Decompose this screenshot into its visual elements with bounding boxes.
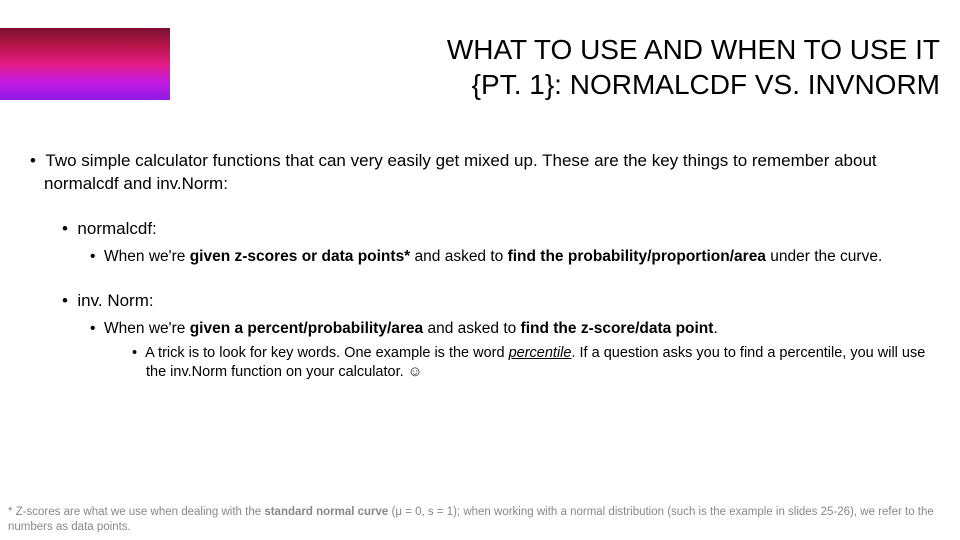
invnorm-detail: • When we're given a percent/probability… [90,319,930,340]
footnote: * Z-scores are what we use when dealing … [8,505,952,534]
invnorm-label: inv. Norm: [77,291,153,310]
title-line-1: WHAT TO USE AND WHEN TO USE IT [447,34,940,65]
invnorm-tip: • A trick is to look for key words. One … [132,344,930,383]
intro-text: Two simple calculator functions that can… [44,151,877,193]
normalcdf-label: normalcdf: [77,219,156,238]
invnorm-head: • inv. Norm: [62,290,930,313]
slide-title: WHAT TO USE AND WHEN TO USE IT {PT. 1}: … [290,32,940,102]
accent-gradient [0,28,170,100]
slide-body: • Two simple calculator functions that c… [30,150,930,405]
title-line-2: {PT. 1}: NORMALCDF VS. INVNORM [472,69,940,100]
intro-bullet: • Two simple calculator functions that c… [30,150,930,196]
normalcdf-detail: • When we're given z-scores or data poin… [90,247,930,268]
normalcdf-head: • normalcdf: [62,218,930,241]
normalcdf-section: • normalcdf: • When we're given z-scores… [30,218,930,268]
invnorm-section: • inv. Norm: • When we're given a percen… [30,290,930,383]
